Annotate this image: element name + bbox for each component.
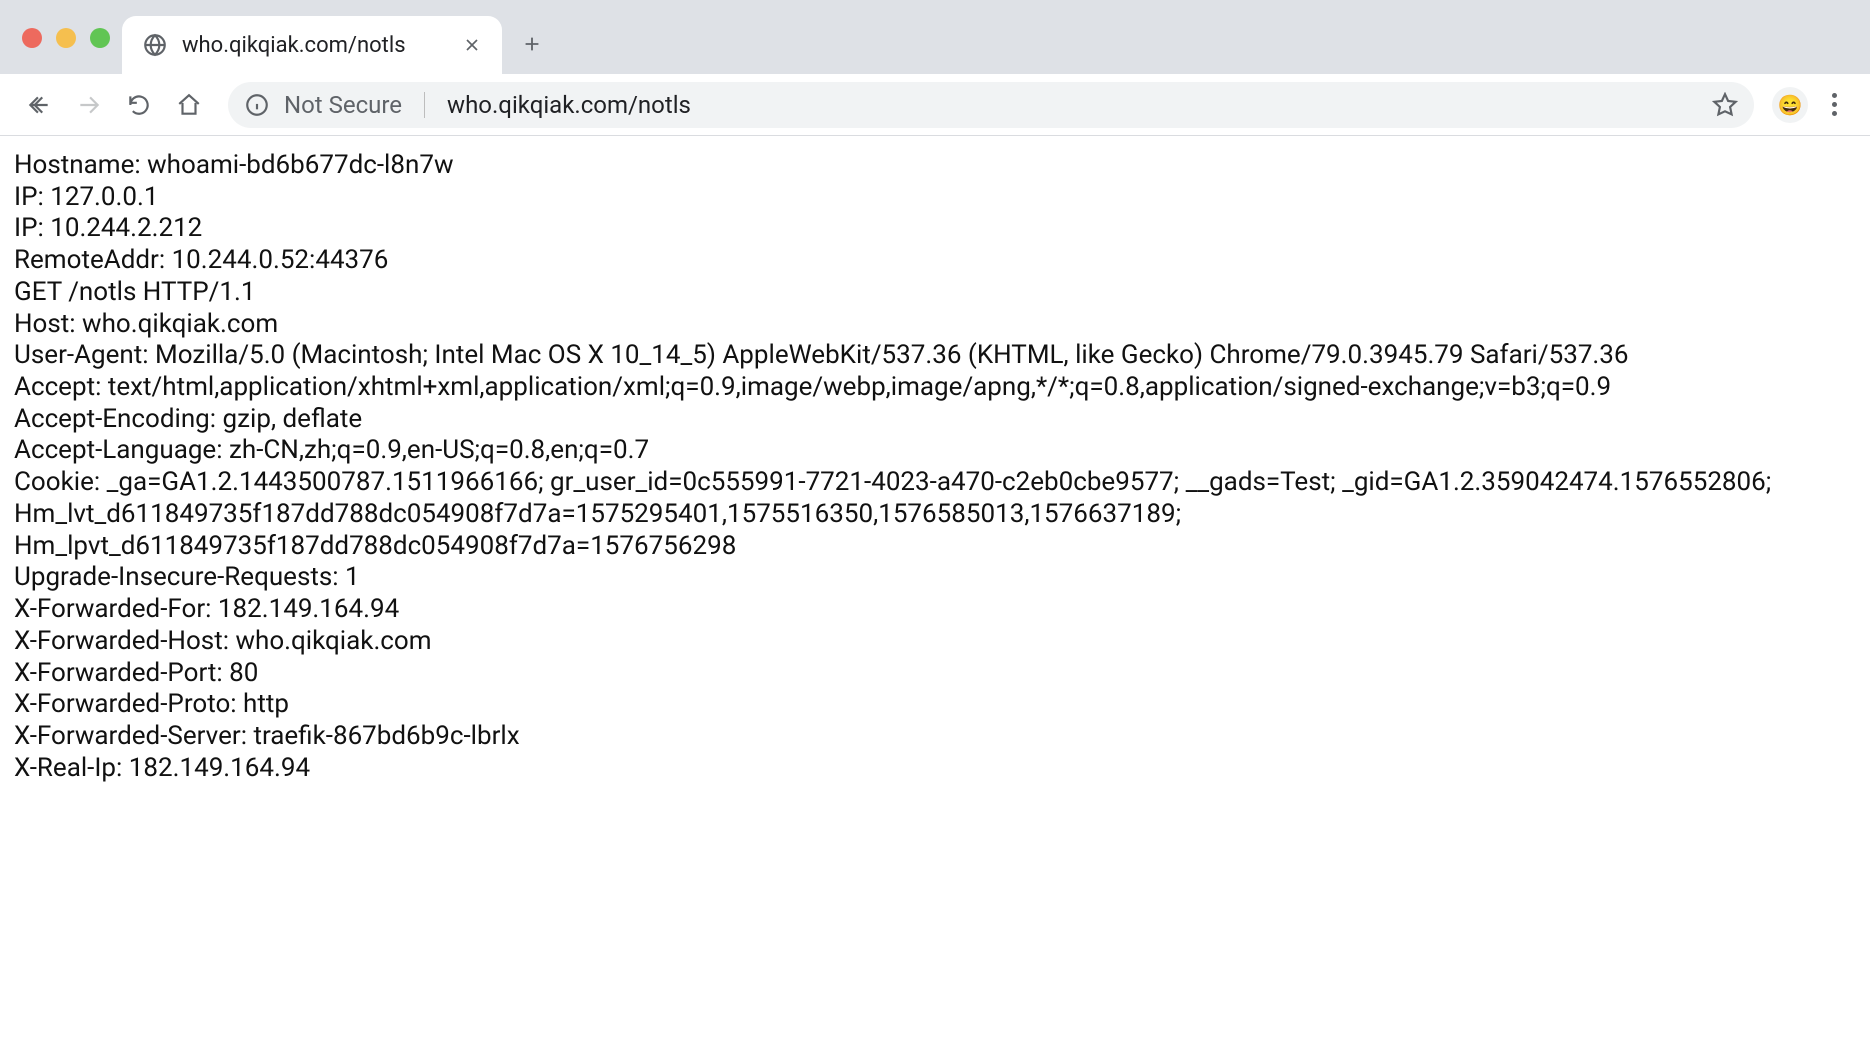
security-status: Not Secure (284, 91, 402, 119)
close-tab-button[interactable] (462, 35, 482, 55)
maximize-window-button[interactable] (90, 28, 110, 48)
response-line: Upgrade-Insecure-Requests: 1 (14, 562, 1856, 594)
response-line: IP: 10.244.2.212 (14, 213, 1856, 245)
response-line: X-Forwarded-Port: 80 (14, 658, 1856, 690)
response-line: Accept-Encoding: gzip, deflate (14, 404, 1856, 436)
bookmark-star-icon[interactable] (1712, 92, 1738, 118)
response-line: Accept: text/html,application/xhtml+xml,… (14, 372, 1856, 404)
minimize-window-button[interactable] (56, 28, 76, 48)
response-line: X-Forwarded-Host: who.qikqiak.com (14, 626, 1856, 658)
response-line: RemoteAddr: 10.244.0.52:44376 (14, 245, 1856, 277)
tab-title: who.qikqiak.com/notls (182, 33, 448, 58)
response-line: X-Forwarded-Proto: http (14, 689, 1856, 721)
response-line: IP: 127.0.0.1 (14, 182, 1856, 214)
reload-button[interactable] (118, 84, 160, 126)
response-line: X-Forwarded-For: 182.149.164.94 (14, 594, 1856, 626)
browser-window: who.qikqiak.com/notls (0, 0, 1870, 1046)
response-line: Hostname: whoami-bd6b677dc-l8n7w (14, 150, 1856, 182)
new-tab-button[interactable] (510, 22, 554, 66)
page-content: Hostname: whoami-bd6b677dc-l8n7wIP: 127.… (0, 136, 1870, 1046)
response-line: User-Agent: Mozilla/5.0 (Macintosh; Inte… (14, 340, 1856, 372)
response-line: Accept-Language: zh-CN,zh;q=0.9,en-US;q=… (14, 435, 1856, 467)
globe-icon (142, 32, 168, 58)
browser-tab[interactable]: who.qikqiak.com/notls (122, 16, 502, 74)
address-bar[interactable]: Not Secure who.qikqiak.com/notls (228, 82, 1754, 128)
close-window-button[interactable] (22, 28, 42, 48)
back-button[interactable] (18, 84, 60, 126)
chrome-menu-button[interactable] (1816, 87, 1852, 123)
site-info-icon[interactable] (244, 92, 270, 118)
response-line: Cookie: _ga=GA1.2.1443500787.1511966166;… (14, 467, 1856, 562)
url-text[interactable]: who.qikqiak.com/notls (447, 91, 1698, 119)
window-controls (22, 28, 110, 48)
profile-avatar[interactable]: 😄 (1772, 87, 1808, 123)
forward-button[interactable] (68, 84, 110, 126)
response-line: X-Real-Ip: 182.149.164.94 (14, 753, 1856, 785)
response-line: Host: who.qikqiak.com (14, 309, 1856, 341)
tab-strip: who.qikqiak.com/notls (0, 0, 1870, 74)
response-line: GET /notls HTTP/1.1 (14, 277, 1856, 309)
divider (424, 92, 425, 118)
home-button[interactable] (168, 84, 210, 126)
avatar-emoji: 😄 (1778, 93, 1803, 117)
response-line: X-Forwarded-Server: traefik-867bd6b9c-lb… (14, 721, 1856, 753)
toolbar: Not Secure who.qikqiak.com/notls 😄 (0, 74, 1870, 136)
